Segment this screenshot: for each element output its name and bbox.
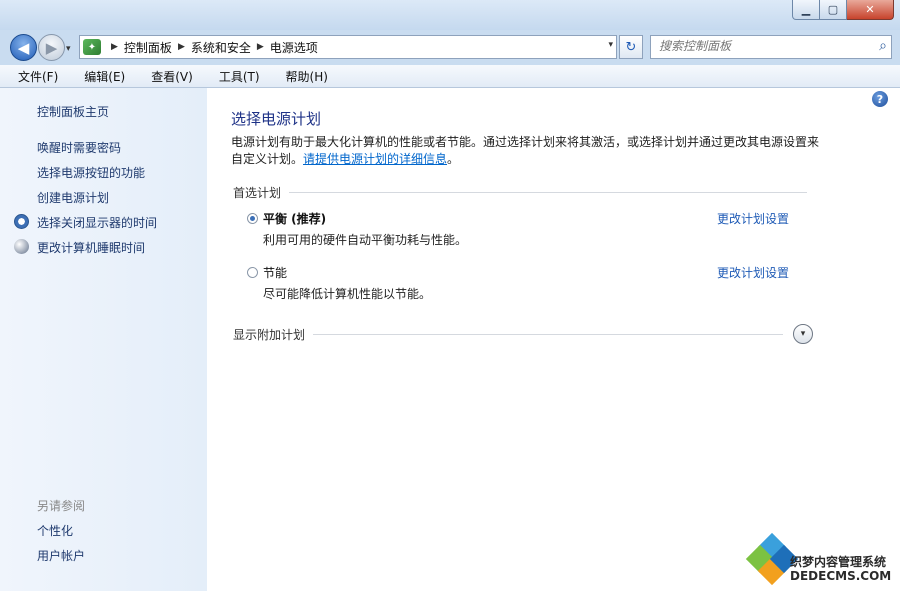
menu-bar: 文件(F) 编辑(E) 查看(V) 工具(T) 帮助(H) (0, 65, 900, 88)
group-divider (289, 192, 807, 193)
breadcrumb-separator-icon[interactable]: ▶ (178, 42, 185, 52)
plan-power-saver-change-link[interactable]: 更改计划设置 (717, 264, 789, 281)
close-button[interactable]: ✕ (847, 0, 894, 20)
sidebar-link-sleep-time[interactable]: 更改计算机睡眠时间 (37, 239, 145, 256)
address-dropdown-icon[interactable]: ▾ (608, 40, 613, 50)
main-content: ? 选择电源计划 电源计划有助于最大化计算机的性能或者节能。通过选择计划来将其激… (207, 88, 900, 591)
watermark-text: 织梦内容管理系统 DEDECMS.COM (790, 555, 891, 583)
plan-balanced-description: 利用可用的硬件自动平衡功耗与性能。 (263, 233, 468, 247)
page-title: 选择电源计划 (231, 110, 322, 128)
preferred-plans-group: 首选计划 (233, 184, 807, 201)
chevron-down-icon[interactable]: ▾ (793, 324, 813, 344)
menu-help[interactable]: 帮助(H) (268, 68, 336, 85)
minimize-button[interactable]: ▁ (792, 0, 820, 20)
search-icon[interactable]: ⌕ (879, 38, 887, 54)
menu-view[interactable]: 查看(V) (133, 68, 201, 85)
explorer-window: ▁ ▢ ✕ ◀ ▶ ▾ ✦ ▶ 控制面板 ▶ 系统和安全 ▶ 电源选项 ▾ ↻ … (0, 0, 900, 591)
maximize-button[interactable]: ▢ (820, 0, 847, 20)
display-timer-icon (14, 214, 29, 229)
recent-pages-dropdown-icon[interactable]: ▾ (66, 44, 71, 54)
plan-power-saver-description: 尽可能降低计算机性能以节能。 (263, 287, 432, 301)
description-end: 。 (447, 152, 460, 166)
window-controls: ▁ ▢ ✕ (792, 0, 894, 20)
task-pane: 控制面板主页 唤醒时需要密码 选择电源按钮的功能 创建电源计划 选择关闭显示器的… (0, 88, 207, 591)
sidebar-link-power-buttons[interactable]: 选择电源按钮的功能 (37, 164, 145, 181)
title-bar: ▁ ▢ ✕ (0, 0, 900, 30)
breadcrumb-control-panel[interactable]: 控制面板 (124, 39, 172, 56)
help-icon[interactable]: ? (872, 91, 888, 107)
sidebar-link-personalization[interactable]: 个性化 (37, 522, 73, 539)
additional-plans-label[interactable]: 显示附加计划 (233, 326, 305, 343)
sidebar-link-control-panel-home[interactable]: 控制面板主页 (37, 103, 109, 120)
sidebar-link-user-accounts[interactable]: 用户帐户 (37, 547, 85, 564)
search-box[interactable]: ⌕ (650, 35, 892, 59)
plan-balanced-change-link[interactable]: 更改计划设置 (717, 210, 789, 227)
breadcrumb-power-options[interactable]: 电源选项 (270, 39, 318, 56)
group-title: 首选计划 (233, 186, 282, 200)
see-also-heading: 另请参阅 (37, 499, 86, 513)
navigation-bar: ◀ ▶ ▾ ✦ ▶ 控制面板 ▶ 系统和安全 ▶ 电源选项 ▾ ↻ ⌕ (0, 30, 900, 64)
breadcrumb-separator-icon[interactable]: ▶ (111, 42, 118, 52)
watermark-logo-icon (745, 532, 799, 586)
breadcrumb-separator-icon[interactable]: ▶ (257, 42, 264, 52)
control-panel-icon: ✦ (83, 39, 101, 55)
breadcrumb-system-security[interactable]: 系统和安全 (191, 39, 251, 56)
sidebar-link-wake-password[interactable]: 唤醒时需要密码 (37, 139, 121, 156)
address-bar[interactable]: ✦ ▶ 控制面板 ▶ 系统和安全 ▶ 电源选项 ▾ (79, 35, 617, 59)
show-additional-plans[interactable]: 显示附加计划 ▾ (233, 324, 813, 344)
sidebar-link-create-plan[interactable]: 创建电源计划 (37, 189, 109, 206)
menu-file[interactable]: 文件(F) (0, 68, 66, 85)
back-button[interactable]: ◀ (10, 34, 37, 61)
plan-balanced-radio[interactable] (247, 213, 258, 224)
page-description: 电源计划有助于最大化计算机的性能或者节能。通过选择计划来将其激活，或选择计划并通… (231, 134, 821, 168)
watermark-line-2: DEDECMS.COM (790, 569, 892, 583)
forward-button[interactable]: ▶ (38, 34, 65, 61)
refresh-button[interactable]: ↻ (619, 35, 643, 59)
additional-plans-divider (313, 333, 783, 335)
menu-edit[interactable]: 编辑(E) (66, 68, 133, 85)
plan-power-saver-radio[interactable] (247, 267, 258, 278)
menu-tools[interactable]: 工具(T) (201, 68, 268, 85)
plan-power-saver-name[interactable]: 节能 (263, 264, 287, 281)
plan-details-link[interactable]: 请提供电源计划的详细信息 (303, 152, 447, 166)
sleep-moon-icon (14, 239, 29, 254)
watermark-line-1: 织梦内容管理系统 (790, 555, 887, 569)
plan-balanced-name[interactable]: 平衡 (推荐) (263, 210, 326, 227)
search-input[interactable] (651, 36, 867, 56)
sidebar-link-display-off[interactable]: 选择关闭显示器的时间 (37, 214, 157, 231)
